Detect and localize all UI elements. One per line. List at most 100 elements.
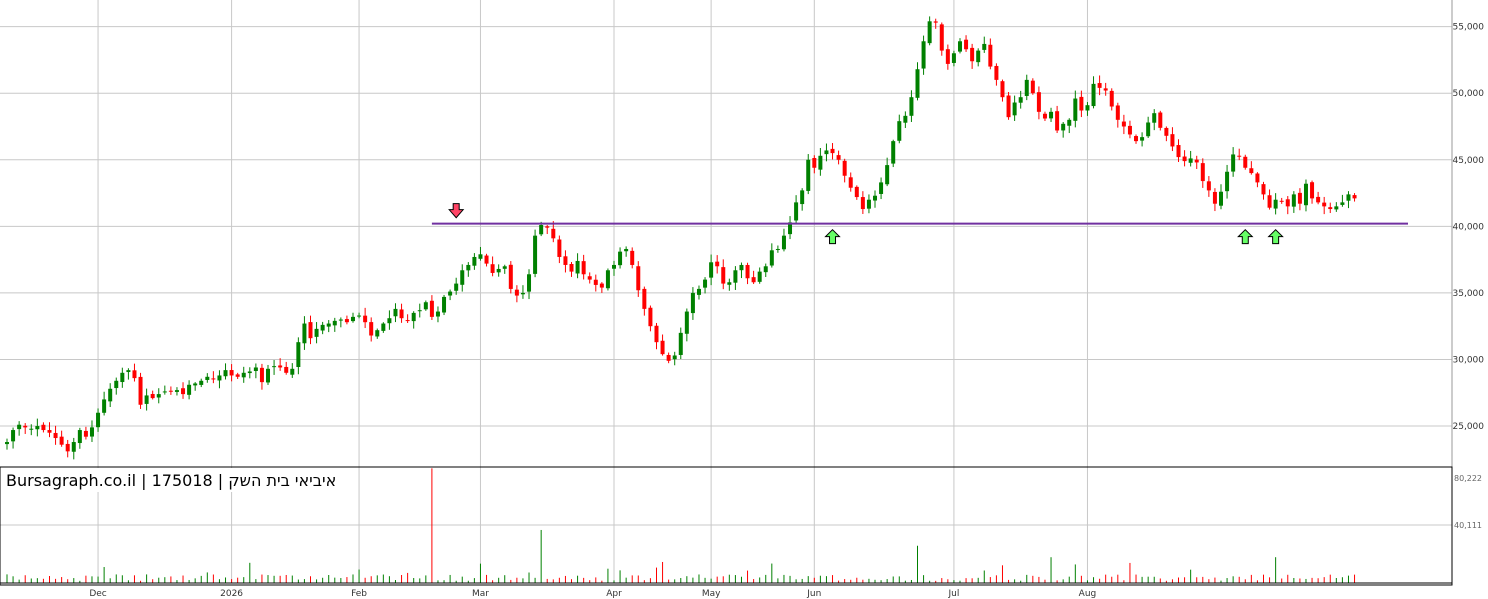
candle-body	[223, 370, 228, 377]
y-tick-label: 45,000	[1453, 156, 1485, 166]
candle-body	[138, 376, 143, 405]
candle-body	[272, 366, 277, 368]
candle-body	[636, 266, 641, 291]
candle-body	[909, 97, 914, 116]
candle-body	[59, 436, 64, 445]
candle-body	[842, 160, 847, 176]
candle-body	[527, 274, 532, 292]
volume-tick-label: 80,222	[1454, 474, 1482, 483]
candle-body	[1212, 191, 1217, 204]
candle-body	[266, 368, 271, 383]
candle-body	[569, 263, 574, 272]
y-tick-label: 55,000	[1453, 23, 1485, 33]
candle-body	[308, 322, 313, 339]
candle-body	[338, 319, 343, 321]
candle-body	[982, 43, 987, 50]
candle-body	[1182, 156, 1187, 162]
candle-body	[199, 380, 204, 385]
candle-body	[1006, 95, 1011, 118]
candle-body	[235, 374, 240, 377]
candle-body	[1231, 154, 1236, 172]
candle-body	[357, 315, 362, 317]
candle-body	[393, 308, 398, 317]
candle-body	[1297, 192, 1302, 204]
candle-body	[496, 268, 501, 273]
candle-body	[417, 310, 422, 312]
candle-body	[794, 202, 799, 221]
candle-body	[35, 426, 40, 430]
candle-body	[83, 430, 88, 437]
candle-body	[1303, 183, 1308, 206]
x-tick-label: Dec	[89, 589, 106, 599]
candle-body	[533, 235, 538, 274]
candle-body	[435, 311, 440, 317]
candle-body	[1255, 173, 1260, 183]
x-tick-label: Jun	[806, 589, 821, 599]
candle-body	[429, 300, 434, 317]
candle-body	[350, 316, 355, 322]
candle-body	[709, 262, 714, 278]
candle-body	[957, 41, 962, 52]
candle-body	[126, 370, 131, 373]
candle-body	[490, 264, 495, 273]
candle-body	[660, 340, 665, 355]
candle-body	[89, 427, 94, 437]
candle-body	[587, 276, 592, 280]
candle-body	[581, 261, 586, 275]
candle-body	[11, 430, 16, 442]
candle-body	[551, 228, 556, 239]
candle-body	[891, 141, 896, 164]
candle-body	[253, 367, 258, 372]
candle-body	[1352, 195, 1357, 199]
candle-body	[259, 367, 264, 383]
candle-body	[733, 270, 738, 283]
y-tick-label: 25,000	[1453, 422, 1485, 432]
candle-body	[290, 368, 295, 375]
candle-body	[1164, 127, 1169, 136]
candle-body	[1152, 113, 1157, 123]
candle-body	[915, 69, 920, 98]
candle-body	[478, 254, 483, 259]
candle-body	[1249, 168, 1254, 174]
candle-body	[1030, 80, 1035, 94]
candle-body	[1279, 200, 1284, 202]
candle-body	[247, 371, 252, 374]
candle-body	[836, 155, 841, 160]
candle-body	[399, 309, 404, 319]
candle-body	[520, 292, 525, 295]
candle-body	[1097, 83, 1102, 88]
candle-body	[296, 342, 301, 368]
candle-body	[423, 302, 428, 310]
candle-body	[502, 266, 507, 269]
y-tick-label: 30,000	[1453, 355, 1485, 365]
candle-body	[751, 277, 756, 283]
candle-body	[1285, 199, 1290, 207]
candle-body	[696, 288, 701, 295]
candle-body	[302, 323, 307, 344]
candle-body	[970, 47, 975, 62]
candle-body	[114, 380, 119, 389]
candle-body	[1121, 121, 1126, 127]
candle-body	[703, 279, 708, 288]
candle-body	[727, 282, 732, 285]
candle-body	[363, 315, 368, 323]
candle-body	[229, 370, 234, 376]
candle-body	[1310, 182, 1315, 199]
candle-body	[951, 53, 956, 63]
candle-body	[642, 288, 647, 309]
x-tick-label: Aug	[1079, 589, 1097, 599]
candle-body	[557, 239, 562, 257]
candle-body	[1267, 195, 1272, 208]
candle-body	[162, 391, 167, 393]
candle-body	[29, 428, 34, 430]
x-tick-label: Mar	[472, 589, 489, 599]
candle-body	[781, 235, 786, 250]
candle-body	[994, 65, 999, 80]
candle-body	[514, 289, 519, 296]
candle-body	[1067, 119, 1072, 126]
candle-body	[344, 319, 349, 323]
candle-body	[593, 279, 598, 285]
candle-body	[769, 250, 774, 266]
candle-body	[454, 283, 459, 291]
candle-body	[775, 248, 780, 250]
